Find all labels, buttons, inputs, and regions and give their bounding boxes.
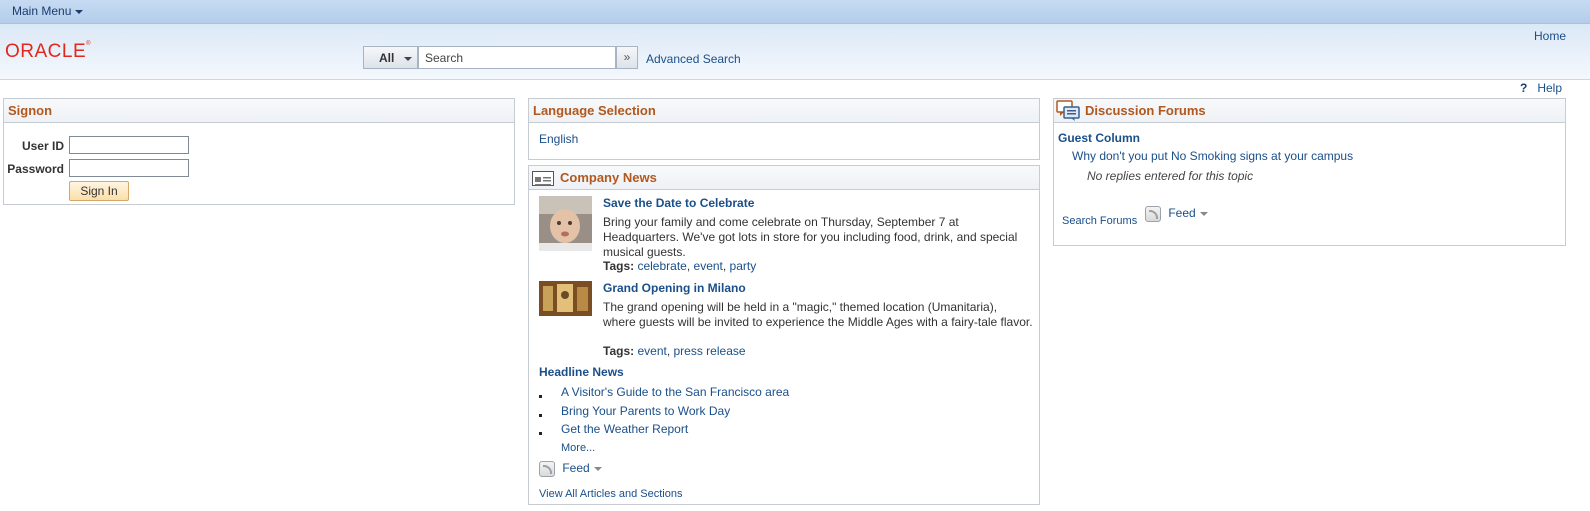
company-news-title: Company News (560, 170, 657, 185)
home-link[interactable]: Home (1534, 29, 1566, 43)
feed-label: Feed (562, 461, 590, 476)
forums-feed-button[interactable]: Feed (1145, 206, 1208, 222)
help-icon: ? (1519, 81, 1528, 95)
search-scope-dropdown[interactable]: All (363, 46, 418, 69)
newspaper-icon (532, 171, 554, 186)
article-title-save-the-date[interactable]: Save the Date to Celebrate (603, 196, 754, 210)
headline-link[interactable]: Bring Your Parents to Work Day (561, 404, 730, 418)
guest-column-link[interactable]: Guest Column (1058, 131, 1140, 145)
article-body: The grand opening will be held in a "mag… (603, 300, 1033, 329)
news-feed-button[interactable]: Feed (539, 461, 602, 477)
user-id-field[interactable] (69, 136, 189, 154)
headline-news-title: Headline News (539, 365, 624, 379)
main-menu-dropdown[interactable]: Main Menu (12, 4, 84, 18)
rss-feed-icon (1145, 206, 1161, 222)
search-go-button[interactable]: » (616, 46, 638, 69)
article-tags: Tags: event, press release (603, 344, 746, 358)
chevron-down-icon (75, 9, 84, 14)
tag-link[interactable]: event (694, 259, 723, 273)
user-id-label: User ID (21, 139, 64, 153)
bullet-icon (539, 395, 542, 398)
article-tags: Tags: celebrate, event, party (603, 259, 757, 273)
view-all-articles-link[interactable]: View All Articles and Sections (539, 488, 682, 500)
header-bar: ORACLE® All » Advanced Search Home (0, 24, 1590, 80)
oracle-logo: ORACLE® (5, 41, 92, 62)
search-input[interactable] (418, 46, 616, 69)
search-scope-label: All (379, 51, 395, 65)
rss-feed-icon (539, 461, 555, 477)
no-replies-text: No replies entered for this topic (1087, 169, 1254, 183)
article-body: Bring your family and come celebrate on … (603, 215, 1018, 259)
double-chevron-right-icon: » (623, 50, 631, 64)
feed-label: Feed (1168, 206, 1196, 221)
company-news-pagelet: Company News Save the Date to Celebrate … (528, 165, 1040, 505)
headline-link[interactable]: A Visitor's Guide to the San Francisco a… (561, 385, 789, 399)
password-label: Password (7, 162, 64, 176)
signon-title: Signon (4, 99, 514, 123)
article-title-grand-opening[interactable]: Grand Opening in Milano (603, 281, 746, 295)
chevron-down-icon (1199, 212, 1208, 216)
help-link[interactable]: ? Help (1520, 81, 1562, 95)
discussion-forums-pagelet: Discussion Forums Guest Column Why don't… (1053, 98, 1566, 246)
discussion-forums-header: Discussion Forums (1054, 99, 1565, 123)
password-field[interactable] (69, 159, 189, 177)
milano-photo-thumbnail[interactable] (539, 281, 592, 316)
chevron-down-icon (593, 467, 602, 471)
tag-link[interactable]: press release (674, 344, 746, 358)
discussion-forums-title: Discussion Forums (1085, 103, 1206, 118)
more-link[interactable]: More... (561, 442, 595, 454)
company-news-header: Company News (529, 166, 1039, 190)
language-selection-pagelet: Language Selection English (528, 98, 1040, 160)
main-menu-label: Main Menu (12, 4, 72, 18)
language-option-english[interactable]: English (539, 132, 578, 146)
bullet-icon (539, 432, 542, 435)
tags-label: Tags: (603, 259, 635, 273)
discussion-forums-icon (1056, 100, 1080, 129)
headline-link[interactable]: Get the Weather Report (561, 422, 688, 436)
baby-photo-thumbnail[interactable] (539, 196, 592, 251)
forum-topic-link[interactable]: Why don't you put No Smoking signs at yo… (1072, 149, 1353, 163)
search-forums-link[interactable]: Search Forums (1062, 215, 1137, 227)
help-label: Help (1537, 81, 1562, 95)
signon-pagelet: Signon User ID Password Sign In (3, 98, 515, 205)
tag-link[interactable]: party (730, 259, 757, 273)
chevron-down-icon (404, 57, 412, 61)
tag-link[interactable]: celebrate (637, 259, 686, 273)
language-selection-title: Language Selection (529, 99, 1039, 123)
bullet-icon (539, 414, 542, 417)
sign-in-button[interactable]: Sign In (69, 181, 129, 201)
advanced-search-link[interactable]: Advanced Search (646, 52, 741, 66)
tag-link[interactable]: event (637, 344, 666, 358)
tags-label: Tags: (603, 344, 635, 358)
top-menu-bar: Main Menu (0, 0, 1590, 24)
